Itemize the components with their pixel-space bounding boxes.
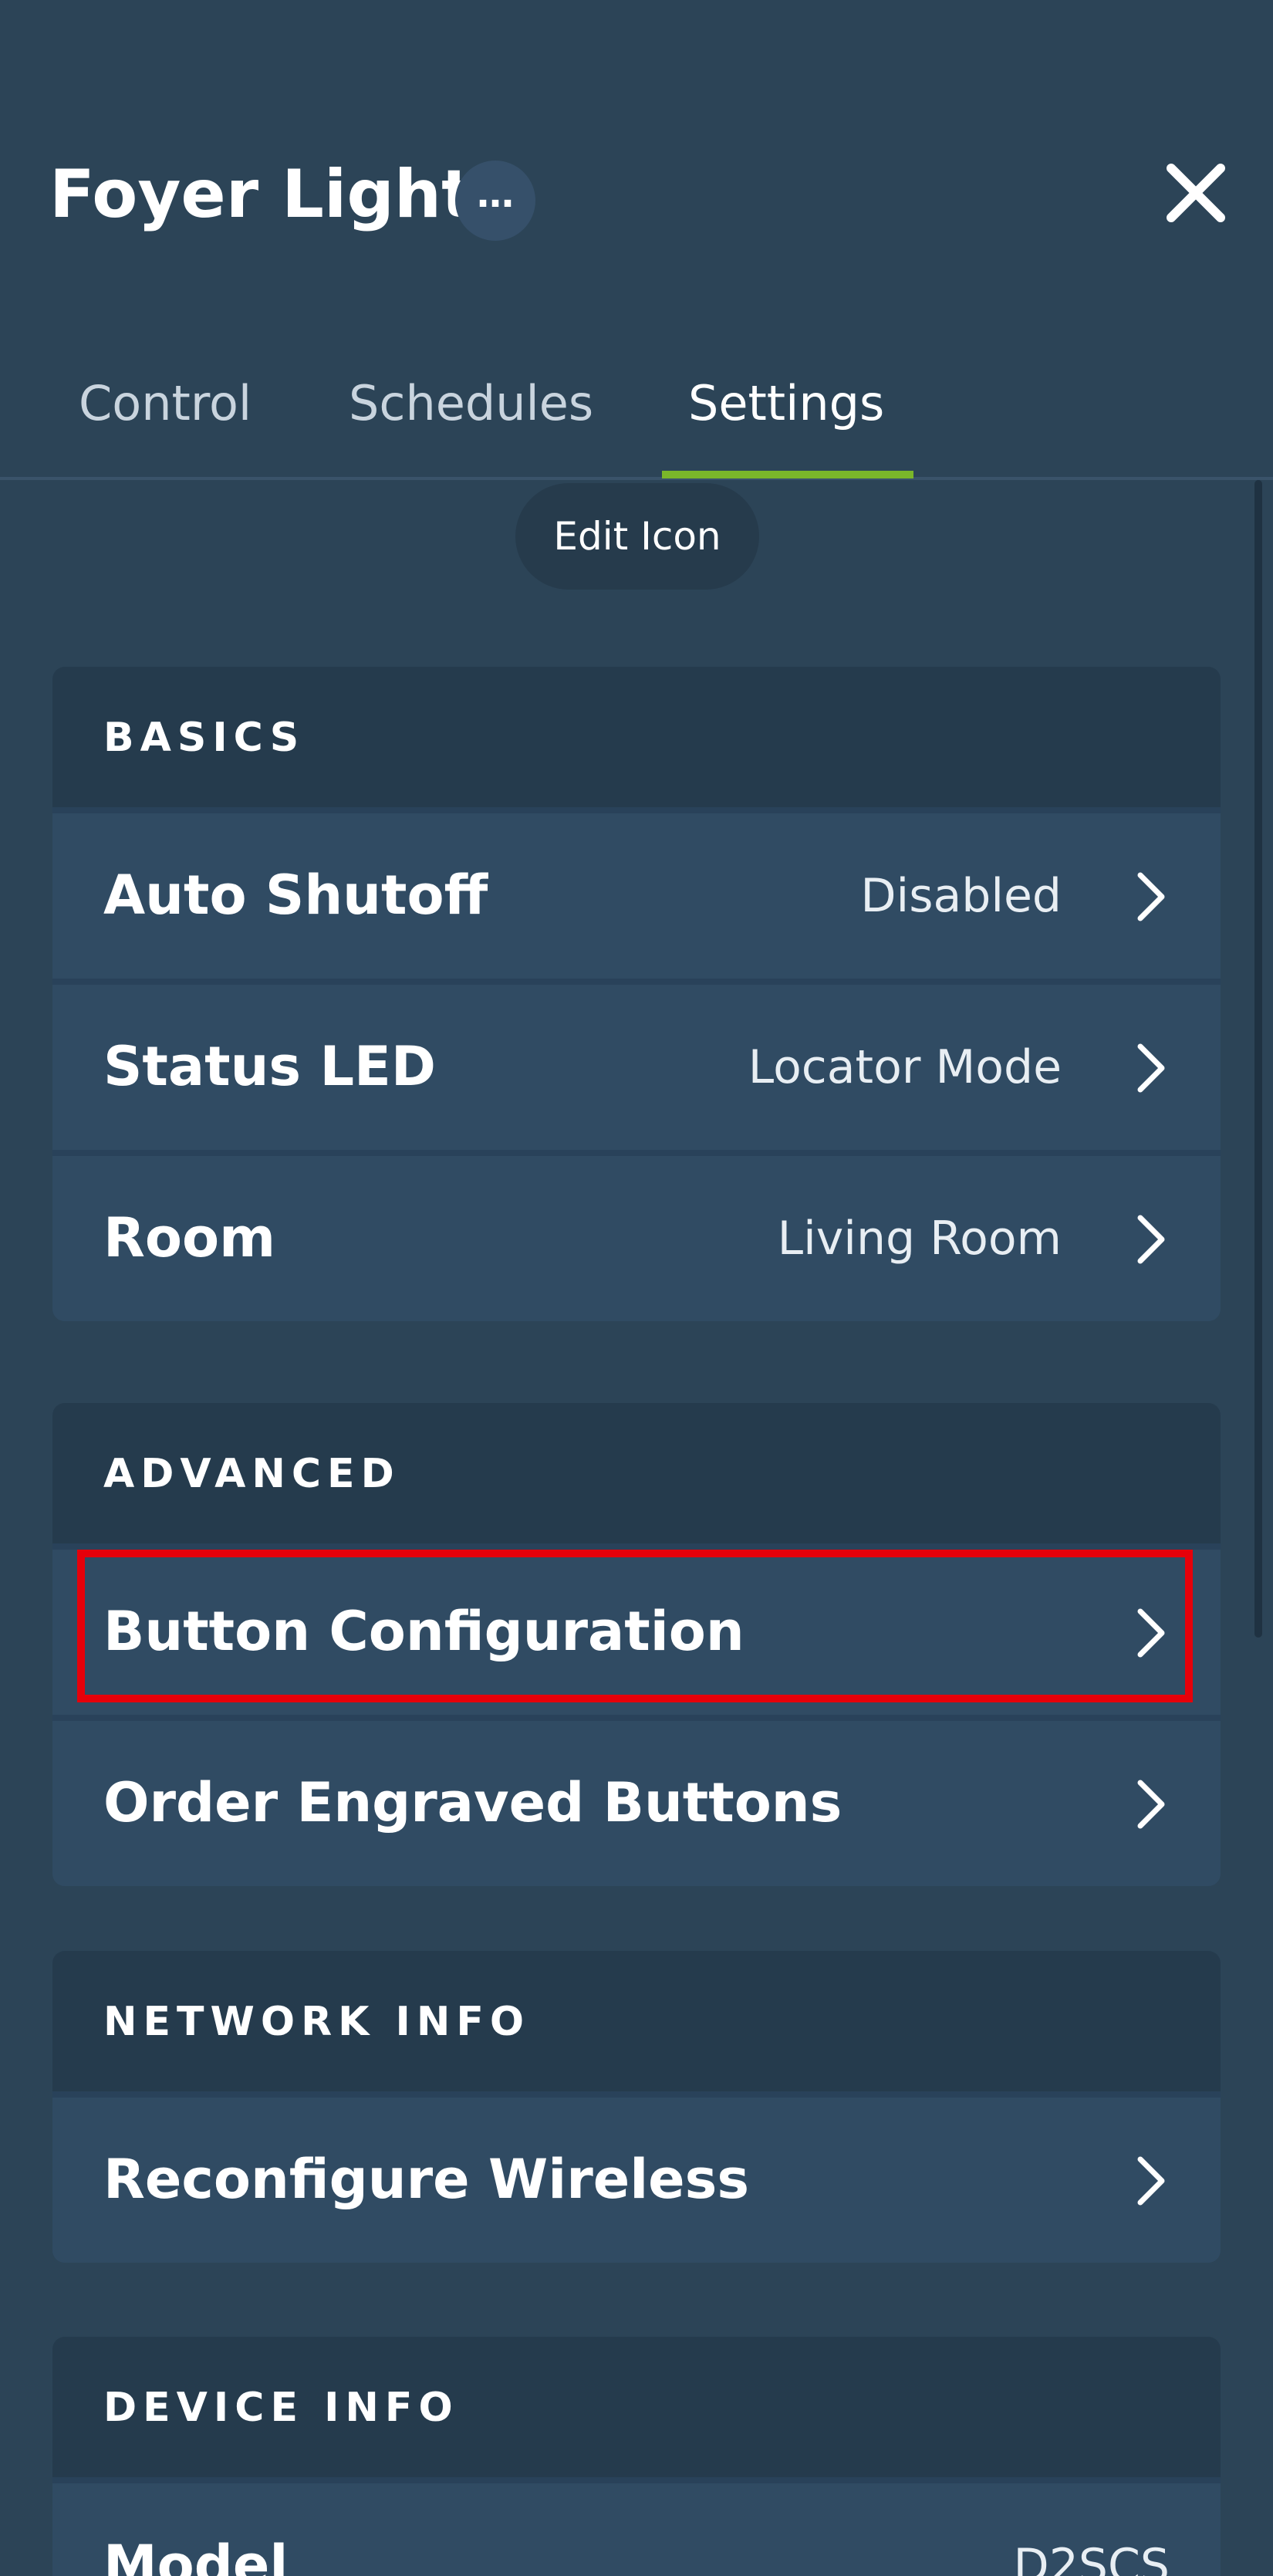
more-options-button[interactable]: … [455,161,535,241]
chevron-right-icon [1137,1780,1165,1829]
chevron-right-icon [1137,1608,1165,1658]
row-label: Status LED [103,1035,436,1098]
section-header: ADVANCED [52,1403,1221,1543]
row-label: Room [103,1206,276,1269]
row-label: Order Engraved Buttons [103,1771,842,1834]
edit-icon-button[interactable]: Edit Icon [515,483,759,590]
tab-bar: Control Schedules Settings [0,340,1273,480]
basics-section: BASICS Auto Shutoff Disabled Status LED … [52,667,1221,1321]
row-label: Model [103,2534,289,2576]
chevron-right-icon [1137,2156,1165,2206]
advanced-section: ADVANCED Button Configuration Order Engr… [52,1403,1221,1886]
reconfigure-wireless-row[interactable]: Reconfigure Wireless [52,2091,1221,2263]
tab-schedules[interactable]: Schedules [349,369,593,438]
header: Foyer Light … [0,0,1273,241]
section-header: BASICS [52,667,1221,807]
section-header: DEVICE INFO [52,2337,1221,2477]
scrollbar[interactable] [1254,480,1262,1638]
row-label: Auto Shutoff [103,864,488,927]
section-title: ADVANCED [103,1451,400,1497]
model-row: Model D2SCS [52,2477,1221,2576]
section-header: NETWORK INFO [52,1951,1221,2091]
row-label: Reconfigure Wireless [103,2148,749,2211]
auto-shutoff-row[interactable]: Auto Shutoff Disabled [52,807,1221,979]
row-value: Locator Mode [748,1040,1062,1094]
chevron-right-icon [1137,872,1165,921]
network-info-section: NETWORK INFO Reconfigure Wireless [52,1951,1221,2263]
close-icon [1167,164,1225,222]
row-value: Disabled [860,869,1062,923]
row-value: D2SCS [1013,2539,1170,2576]
tab-control[interactable]: Control [79,369,252,438]
button-configuration-row[interactable]: Button Configuration [52,1543,1221,1715]
section-title: DEVICE INFO [103,2385,459,2431]
chevron-right-icon [1137,1043,1165,1093]
row-value: Living Room [777,1212,1062,1266]
room-row[interactable]: Room Living Room [52,1150,1221,1321]
section-title: NETWORK INFO [103,1999,531,2045]
tab-settings[interactable]: Settings [688,369,884,438]
chevron-right-icon [1137,1215,1165,1264]
device-settings-page: Foyer Light … Control Schedules Settings… [0,0,1273,2576]
page-title: Foyer Light [49,156,474,233]
order-engraved-buttons-row[interactable]: Order Engraved Buttons [52,1715,1221,1886]
device-info-section: DEVICE INFO Model D2SCS [52,2337,1221,2576]
active-tab-indicator [662,471,913,478]
status-led-row[interactable]: Status LED Locator Mode [52,979,1221,1150]
section-title: BASICS [103,715,306,761]
row-label: Button Configuration [103,1600,745,1663]
close-button[interactable] [1157,154,1234,232]
more-options-label: … [477,173,514,216]
